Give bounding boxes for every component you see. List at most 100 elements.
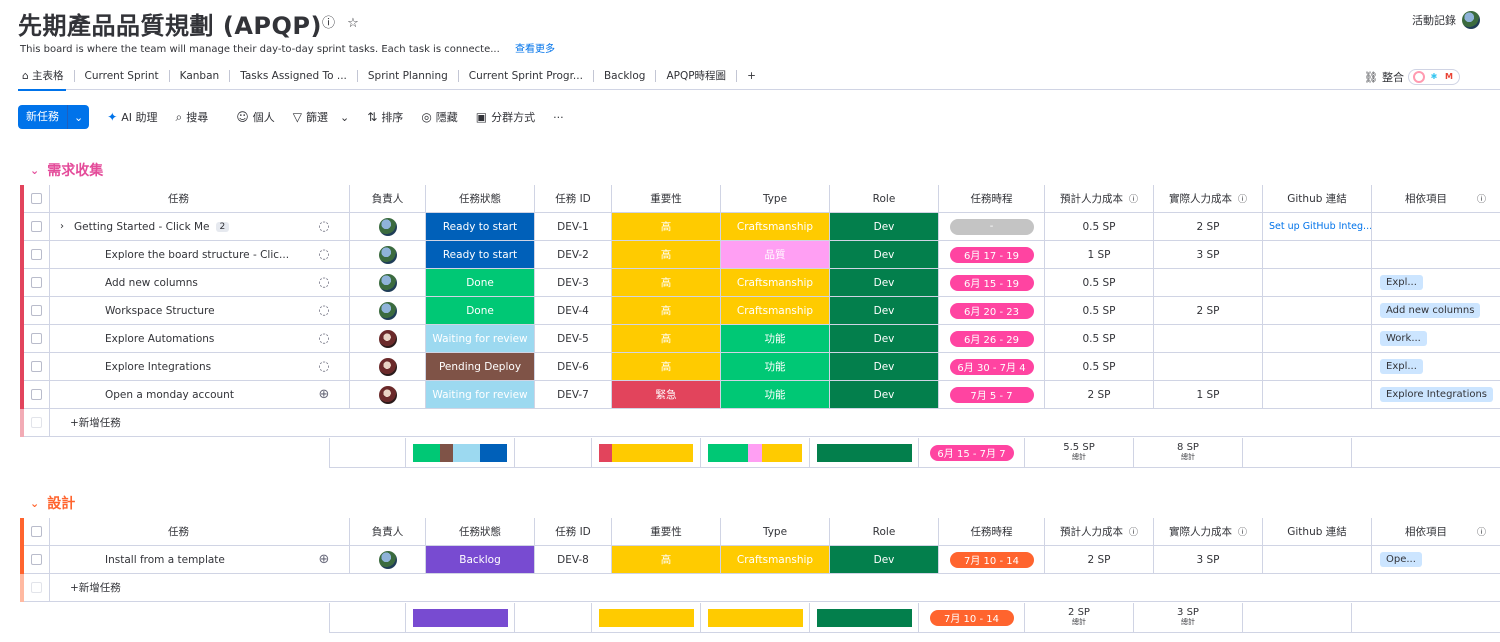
- estimated-cost[interactable]: 2 SP: [1045, 381, 1154, 409]
- actual-cost[interactable]: 1 SP: [1154, 381, 1263, 409]
- estimated-cost[interactable]: 0.5 SP: [1045, 353, 1154, 381]
- row-checkbox[interactable]: [24, 297, 50, 325]
- type-cell[interactable]: 功能: [721, 381, 830, 409]
- actual-cost[interactable]: 3 SP: [1154, 546, 1263, 574]
- importance-cell[interactable]: 高: [612, 297, 721, 325]
- type-cell[interactable]: 功能: [721, 325, 830, 353]
- timeline-cell[interactable]: 7月 10 - 14: [939, 546, 1045, 574]
- chevron-down-icon[interactable]: ⌄: [68, 111, 89, 124]
- importance-cell[interactable]: 高: [612, 546, 721, 574]
- estimated-cost[interactable]: 0.5 SP: [1045, 269, 1154, 297]
- info-icon[interactable]: ⓘ: [1129, 525, 1138, 538]
- owner-cell[interactable]: [350, 381, 426, 409]
- chat-bubble-icon[interactable]: ◌: [318, 331, 329, 346]
- add-update-icon[interactable]: ⊕: [319, 387, 330, 402]
- row-checkbox[interactable]: [24, 353, 50, 381]
- updates-cell[interactable]: ◌: [299, 213, 350, 241]
- updates-cell[interactable]: ◌: [299, 353, 350, 381]
- chevron-down-icon[interactable]: ⌄: [30, 164, 39, 177]
- column-header-id[interactable]: 任務 ID: [535, 185, 612, 213]
- importance-cell[interactable]: 高: [612, 213, 721, 241]
- timeline-cell[interactable]: 6月 15 - 19: [939, 269, 1045, 297]
- timeline-cell[interactable]: 6月 26 - 29: [939, 325, 1045, 353]
- dependency-chip[interactable]: Expl...: [1380, 359, 1423, 374]
- status-cell[interactable]: Pending Deploy: [426, 353, 535, 381]
- actual-cost[interactable]: [1154, 269, 1263, 297]
- estimated-cost[interactable]: 1 SP: [1045, 241, 1154, 269]
- ai-assistant-button[interactable]: ✦ AI 助理: [107, 109, 157, 125]
- status-cell[interactable]: Waiting for review: [426, 325, 535, 353]
- type-cell[interactable]: Craftsmanship: [721, 269, 830, 297]
- sort-button[interactable]: ⇅ 排序: [367, 109, 403, 125]
- owner-cell[interactable]: [350, 546, 426, 574]
- role-cell[interactable]: Dev: [830, 241, 939, 269]
- tab-2[interactable]: Kanban: [170, 69, 231, 82]
- status-cell[interactable]: Backlog: [426, 546, 535, 574]
- type-cell[interactable]: Craftsmanship: [721, 297, 830, 325]
- checkbox[interactable]: [31, 193, 42, 204]
- estimated-cost[interactable]: 0.5 SP: [1045, 213, 1154, 241]
- github-link[interactable]: [1263, 353, 1372, 381]
- row-checkbox[interactable]: [24, 269, 50, 297]
- summary-importance[interactable]: [592, 438, 701, 468]
- column-header-role[interactable]: Role: [830, 185, 939, 213]
- dependency-chip[interactable]: Expl...: [1380, 275, 1423, 290]
- updates-cell[interactable]: ◌: [299, 269, 350, 297]
- task-name[interactable]: Add new columns: [50, 269, 299, 297]
- chevron-right-icon[interactable]: ›: [60, 221, 64, 232]
- timeline-cell[interactable]: 6月 30 - 7月 4: [939, 353, 1045, 381]
- owner-cell[interactable]: [350, 297, 426, 325]
- estimated-cost[interactable]: 2 SP: [1045, 546, 1154, 574]
- owner-cell[interactable]: [350, 241, 426, 269]
- task-name[interactable]: Install from a template: [50, 546, 299, 574]
- tab-7[interactable]: APQP時程圖: [656, 69, 738, 82]
- info-icon[interactable]: ⓘ: [1477, 192, 1486, 205]
- add-task-button[interactable]: +新增任務: [50, 409, 1500, 437]
- github-link[interactable]: [1263, 241, 1372, 269]
- dependency-cell[interactable]: Expl...: [1372, 269, 1500, 297]
- updates-cell[interactable]: ◌: [299, 297, 350, 325]
- select-all-checkbox[interactable]: [24, 518, 50, 546]
- tab-1[interactable]: Current Sprint: [75, 69, 170, 82]
- dependency-cell[interactable]: Add new columns: [1372, 297, 1500, 325]
- integrate-button[interactable]: ⛓ 整合 ✱ M: [1364, 69, 1460, 85]
- role-cell[interactable]: Dev: [830, 213, 939, 241]
- updates-cell[interactable]: ◌: [299, 325, 350, 353]
- new-task-button[interactable]: 新任務 ⌄: [18, 105, 90, 129]
- checkbox[interactable]: [31, 361, 42, 372]
- timeline-cell[interactable]: 6月 20 - 23: [939, 297, 1045, 325]
- github-link[interactable]: [1263, 269, 1372, 297]
- tab-3[interactable]: Tasks Assigned To ...: [230, 69, 358, 82]
- actual-cost[interactable]: 3 SP: [1154, 241, 1263, 269]
- dependency-cell[interactable]: Work...: [1372, 325, 1500, 353]
- info-icon[interactable]: ⓘ: [1129, 192, 1138, 205]
- task-name[interactable]: › Getting Started - Click Me 2: [50, 213, 299, 241]
- column-header-github[interactable]: Github 連結: [1263, 185, 1372, 213]
- type-cell[interactable]: Craftsmanship: [721, 546, 830, 574]
- type-cell[interactable]: Craftsmanship: [721, 213, 830, 241]
- status-cell[interactable]: Done: [426, 269, 535, 297]
- timeline-cell[interactable]: -: [939, 213, 1045, 241]
- row-checkbox[interactable]: [24, 325, 50, 353]
- actual-cost[interactable]: 2 SP: [1154, 297, 1263, 325]
- github-link[interactable]: Set up GitHub Integ...: [1263, 213, 1372, 241]
- actual-cost[interactable]: 2 SP: [1154, 213, 1263, 241]
- row-checkbox[interactable]: [24, 546, 50, 574]
- dependency-chip[interactable]: Add new columns: [1380, 303, 1481, 318]
- column-header-task[interactable]: 任務: [50, 518, 299, 546]
- see-more-link[interactable]: 查看更多: [515, 44, 555, 55]
- chevron-down-icon[interactable]: ⌄: [30, 497, 39, 510]
- task-name[interactable]: Workspace Structure: [50, 297, 299, 325]
- column-header-actual[interactable]: 實際人力成本 ⓘ: [1154, 185, 1263, 213]
- column-header-importance[interactable]: 重要性: [612, 518, 721, 546]
- dependency-cell[interactable]: Expl...: [1372, 353, 1500, 381]
- checkbox[interactable]: [31, 333, 42, 344]
- checkbox[interactable]: [31, 249, 42, 260]
- dependency-cell[interactable]: [1372, 213, 1500, 241]
- updates-cell[interactable]: ⊕: [299, 546, 350, 574]
- column-header-status[interactable]: 任務狀態: [426, 518, 535, 546]
- checkbox[interactable]: [31, 526, 42, 537]
- column-header-github[interactable]: Github 連結: [1263, 518, 1372, 546]
- checkbox[interactable]: [31, 277, 42, 288]
- column-header-timeline[interactable]: 任務時程: [939, 185, 1045, 213]
